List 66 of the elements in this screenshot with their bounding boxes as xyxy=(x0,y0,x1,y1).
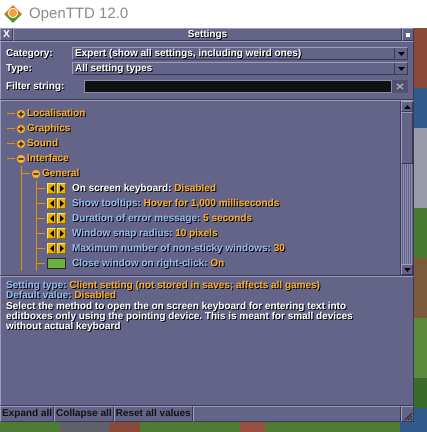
resize-corner[interactable] xyxy=(401,406,414,422)
decrease-button[interactable] xyxy=(47,243,56,254)
window-title[interactable]: Settings xyxy=(13,28,402,41)
decrease-button[interactable] xyxy=(47,213,56,224)
sticky-button[interactable] xyxy=(402,28,414,41)
footer-button[interactable]: Reset all values xyxy=(114,406,193,422)
description-text: Select the method to open the on screen keyboard for entering text into editboxes only using the pointing device. This is meant for small devices without actual keyboard xyxy=(6,302,354,332)
scrollbar-track[interactable] xyxy=(401,164,413,264)
category-label[interactable]: Interface xyxy=(27,151,69,166)
app-title: OpenTTD 12.0 xyxy=(29,4,128,24)
footer-button[interactable]: Collapse all xyxy=(54,406,114,422)
expand-icon[interactable] xyxy=(17,110,25,118)
increase-button[interactable] xyxy=(57,213,66,224)
category-label[interactable]: General xyxy=(42,166,80,181)
left-arrow-icon xyxy=(50,245,54,252)
expand-icon[interactable] xyxy=(17,140,25,148)
left-arrow-icon xyxy=(50,185,54,192)
decrease-button[interactable] xyxy=(47,198,56,209)
category-label[interactable]: Graphics xyxy=(27,121,70,136)
footer-button[interactable]: Expand all xyxy=(0,406,54,422)
scrollbar-thumb[interactable] xyxy=(401,112,413,164)
scroll-down-button[interactable] xyxy=(401,264,413,275)
left-arrow-icon xyxy=(50,230,54,237)
increase-button[interactable] xyxy=(57,198,66,209)
category-label[interactable]: Localisation xyxy=(27,106,86,121)
left-arrow-icon xyxy=(50,215,54,222)
dropdown[interactable]: Expert (show all settings, including weird ones) xyxy=(72,47,408,60)
up-arrow-icon xyxy=(404,104,410,108)
dropdown[interactable]: All setting types xyxy=(72,62,408,75)
clear-button[interactable] xyxy=(392,80,408,93)
right-arrow-icon xyxy=(60,245,64,252)
caret-icon xyxy=(398,66,404,70)
right-arrow-icon xyxy=(60,215,64,222)
left-arrow-icon xyxy=(50,200,54,207)
close-button[interactable]: X xyxy=(0,28,13,41)
increase-button[interactable] xyxy=(57,183,66,194)
right-arrow-icon xyxy=(60,230,64,237)
filter-label: Type: xyxy=(6,62,33,76)
category-label[interactable]: Sound xyxy=(27,136,58,151)
increase-button[interactable] xyxy=(57,228,66,239)
setting-row[interactable]: Show tooltips: Hover for 1,000 milliseconds xyxy=(72,196,280,211)
app-logo-icon xyxy=(3,4,23,24)
down-arrow-icon xyxy=(404,268,410,272)
caret-icon xyxy=(398,52,404,56)
setting-type-text: Setting type: Client setting (not stored in saves; affects all games) xyxy=(6,281,321,291)
collapse-icon[interactable] xyxy=(32,170,40,178)
close-icon xyxy=(395,83,405,90)
toggle-button[interactable] xyxy=(47,258,66,269)
filter-label: Filter string: xyxy=(6,80,66,94)
setting-row[interactable]: On screen keyboard: Disabled xyxy=(72,181,216,196)
setting-row[interactable]: Duration of error message: 5 seconds xyxy=(72,211,252,226)
increase-button[interactable] xyxy=(57,243,66,254)
decrease-button[interactable] xyxy=(47,228,56,239)
right-arrow-icon xyxy=(60,200,64,207)
setting-row[interactable]: Window snap radius: 10 pixels xyxy=(72,226,218,241)
decrease-button[interactable] xyxy=(47,183,56,194)
scroll-up-button[interactable] xyxy=(401,101,413,112)
setting-row[interactable]: Close window on right-click: On xyxy=(72,256,224,271)
expand-icon[interactable] xyxy=(17,124,25,132)
square-icon xyxy=(406,32,410,36)
setting-row[interactable]: Maximum number of non-sticky windows: 30 xyxy=(72,241,285,256)
filter-label: Category: xyxy=(6,47,54,61)
collapse-icon[interactable] xyxy=(17,154,25,162)
filter-field[interactable] xyxy=(84,80,392,93)
default-value-text: Default value: Disabled xyxy=(6,291,116,301)
right-arrow-icon xyxy=(60,185,64,192)
